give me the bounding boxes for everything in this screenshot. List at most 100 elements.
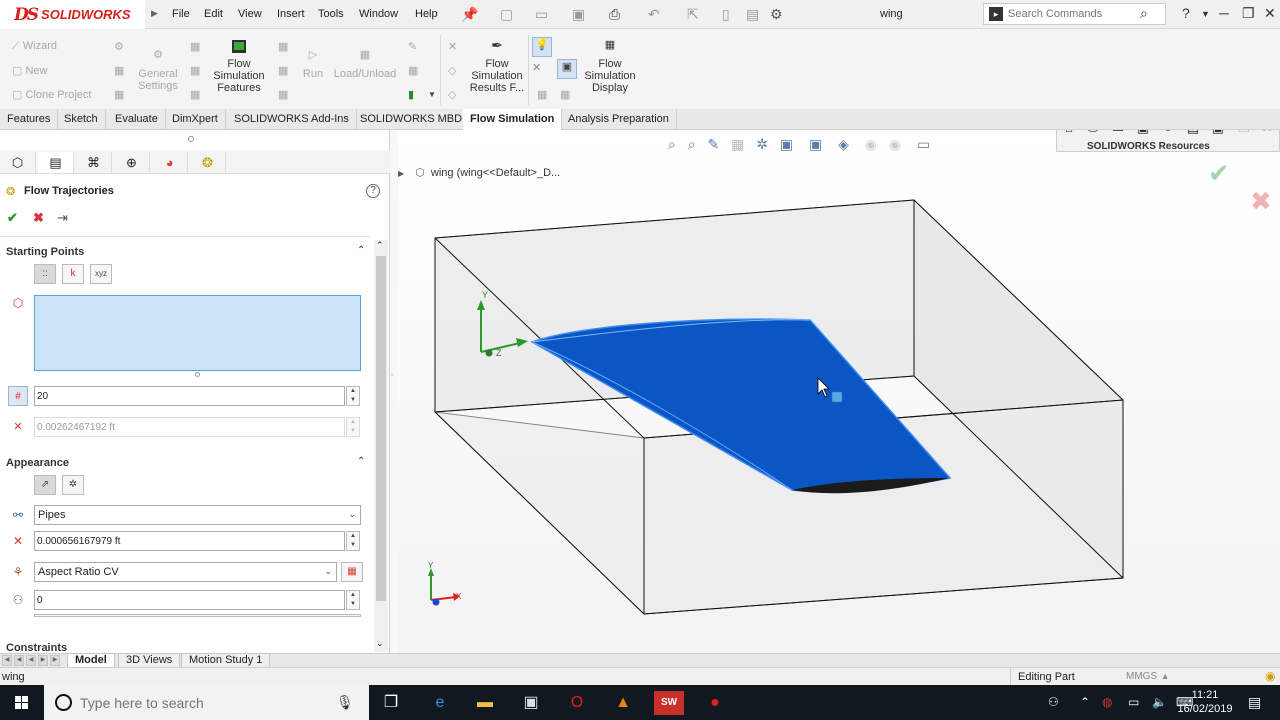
file-properties-icon[interactable]: ▤ (746, 6, 759, 23)
small-tool-icon-7[interactable]: ▦ (278, 40, 288, 53)
flow-simulation-results-button[interactable]: ✒ Flow Simulation Results F... (466, 38, 528, 94)
help-icon[interactable]: ? (366, 184, 380, 198)
flow-simulation-features-button[interactable]: Flow Simulation Features (210, 39, 268, 94)
solidworks-logo[interactable]: DS SOLIDWORKS ▶ (0, 0, 158, 29)
show-hidden-icons-icon[interactable]: ⌃ (1080, 695, 1090, 709)
zoom-to-area-icon[interactable]: ⌕ (688, 136, 696, 152)
bar-chart-icon[interactable]: ▮ (408, 88, 414, 101)
screen-recorder-icon[interactable]: ● (700, 691, 730, 715)
clone-project-button[interactable]: ▢ Clone Project (12, 88, 92, 101)
appearances-icon[interactable]: ◕ (1158, 130, 1178, 137)
small-tool-icon-11[interactable]: ▦ (408, 64, 418, 77)
options-gear-icon[interactable]: ⚙ (770, 6, 783, 23)
appearance-header[interactable]: Appearance (6, 457, 69, 469)
taskbar-search-box[interactable]: 🎙 (44, 685, 369, 720)
flow-simulation-display-button[interactable]: ▦ Flow Simulation Display (580, 39, 640, 94)
starting-points-header[interactable]: Starting Points (6, 246, 84, 258)
volume-icon[interactable]: 🔈 (1152, 695, 1167, 709)
ok-check-icon[interactable]: ✔ (7, 210, 18, 226)
panel-splitter[interactable]: ◦ (390, 130, 398, 653)
number-of-points-input[interactable] (34, 386, 345, 406)
featuremanager-tab-icon[interactable]: ⬡ (0, 152, 36, 173)
appearance-mode-1-icon[interactable]: ⇗ (34, 475, 56, 495)
load-unload-button[interactable]: ▦ Load/Unload (332, 49, 398, 80)
close-icon[interactable]: ✕ (1264, 5, 1276, 22)
confirm-cancel-icon[interactable]: ✖ (1250, 186, 1272, 217)
width-input[interactable] (34, 531, 345, 551)
splitter-handle-icon[interactable]: ◦ (391, 370, 394, 379)
value-spinner[interactable]: ▲ ▼ (346, 590, 360, 610)
run-button[interactable]: ▷ Run (300, 49, 326, 80)
small-tool-icon-8[interactable]: ▦ (278, 64, 288, 77)
rebuild-icon[interactable]: ▯ (722, 6, 730, 23)
scroll-tab-left-icon[interactable]: ◀ (26, 655, 36, 666)
minimize-icon[interactable]: ─ (1219, 5, 1229, 21)
file-explorer-icon[interactable]: ▬ (470, 691, 500, 715)
graphics-area[interactable]: ⌕ ⌕ ✎ ▦ ✲ ▣ ▣ ◈ ◉ ◉ ▭ ▶ ⬡ wing (wing<<De… (398, 130, 1280, 653)
edit-appearance-icon[interactable]: ◉ (865, 136, 877, 152)
tab-solidworks-mbd[interactable]: SOLIDWORKS MBD (353, 109, 471, 130)
number-of-points-spinner[interactable]: ▲ ▼ (346, 386, 360, 406)
lightbulb-icon[interactable]: 💡 (532, 37, 552, 57)
windows-start-icon[interactable] (0, 685, 44, 720)
print-icon[interactable]: ⎙ (609, 6, 620, 23)
tab-flow-simulation[interactable]: Flow Simulation (463, 109, 563, 130)
small-tool-icon-12[interactable]: ✕ (448, 40, 457, 53)
search-commands-input[interactable] (1008, 8, 1133, 20)
tab-motion-study-1[interactable]: Motion Study 1 (181, 653, 271, 668)
tab-analysis-preparation[interactable]: Analysis Preparation (561, 109, 677, 130)
tab-3d-views[interactable]: 3D Views (118, 653, 181, 668)
collapse-caret-icon[interactable]: ⌃ (357, 245, 365, 256)
tab-sketch[interactable]: Sketch (57, 109, 106, 130)
propertymanager-tab-icon[interactable]: ▤ (38, 152, 74, 173)
restore-icon[interactable]: ❐ (1242, 5, 1255, 22)
pushpin-icon[interactable]: ⇥ (57, 210, 68, 226)
menu-view[interactable]: View (238, 8, 262, 20)
solidworks-taskbar-icon[interactable]: SW (654, 691, 684, 715)
small-tool-icon-5[interactable]: ▦ (190, 64, 200, 77)
people-icon[interactable]: ⚇ (1048, 695, 1059, 709)
display-style-icon[interactable]: ▣ (809, 136, 822, 152)
taskbar-clock[interactable]: 11:21 16/02/2019 (1168, 688, 1242, 716)
tab-model[interactable]: Model (67, 653, 115, 668)
small-tool-icon-10[interactable]: ✎ (408, 40, 417, 53)
new-project-button[interactable]: ▢ New (12, 64, 47, 77)
new-document-icon[interactable]: ▢ (500, 6, 513, 23)
rebuild-warning-icon[interactable]: ◉ (1265, 669, 1275, 683)
opera-icon[interactable]: O (562, 691, 592, 715)
custom-properties-icon[interactable]: ▤ (1183, 130, 1203, 137)
scroll-up-icon[interactable]: ⌃ (376, 240, 384, 251)
file-explorer-icon[interactable]: ▭ (1108, 130, 1128, 137)
tab-evaluate[interactable]: Evaluate (108, 109, 166, 130)
color-settings-icon[interactable]: ▦ (341, 562, 363, 582)
small-tool-icon-6[interactable]: ▦ (190, 88, 200, 101)
expand-arrow-icon[interactable]: ▶ (398, 169, 404, 178)
small-tool-icon-9[interactable]: ▦ (278, 88, 288, 101)
small-tool-icon-16[interactable]: ▦ (537, 88, 547, 101)
menu-help[interactable]: Help (415, 8, 438, 20)
menu-window[interactable]: Window (359, 8, 398, 20)
cancel-x-icon[interactable]: ✖ (33, 210, 44, 226)
menu-edit[interactable]: Edit (204, 8, 223, 20)
offset-input[interactable] (34, 417, 345, 437)
list-resize-handle[interactable] (195, 372, 200, 377)
general-settings-button[interactable]: ⚙ General Settings (136, 49, 180, 92)
vlc-icon[interactable]: ▲ (608, 691, 638, 715)
draw-as-dropdown[interactable]: Pipes ⌄ (34, 505, 361, 525)
pane-close-icon[interactable]: ✕ (1257, 130, 1277, 137)
task-view-icon[interactable]: ❐ (376, 691, 406, 715)
bar-chart-dropdown-icon[interactable]: ▼ (428, 90, 436, 99)
apply-scene-icon[interactable]: ◉ (889, 136, 901, 152)
store-icon[interactable]: ▣ (516, 691, 546, 715)
tab-solidworks-add-ins[interactable]: SOLIDWORKS Add-Ins (227, 109, 357, 130)
search-magnifier-icon[interactable]: ⌕ (1140, 5, 1148, 22)
panel-scrollbar[interactable]: ⌃ ⌄ (374, 240, 388, 652)
dynamic-annotation-icon[interactable]: ✲ (756, 136, 768, 152)
offset-spinner[interactable]: ▲ ▼ (346, 417, 360, 437)
feature-tree-flyout[interactable]: ▶ ⬡ wing (wing<<Default>_D... (398, 166, 560, 179)
grid-points-button[interactable]: :: (34, 264, 56, 284)
help-icon[interactable]: ? (1182, 5, 1190, 21)
open-icon[interactable]: ▭ (535, 6, 548, 23)
previous-view-icon[interactable]: ✎ (707, 136, 719, 152)
scrollbar-thumb[interactable] (376, 256, 386, 601)
